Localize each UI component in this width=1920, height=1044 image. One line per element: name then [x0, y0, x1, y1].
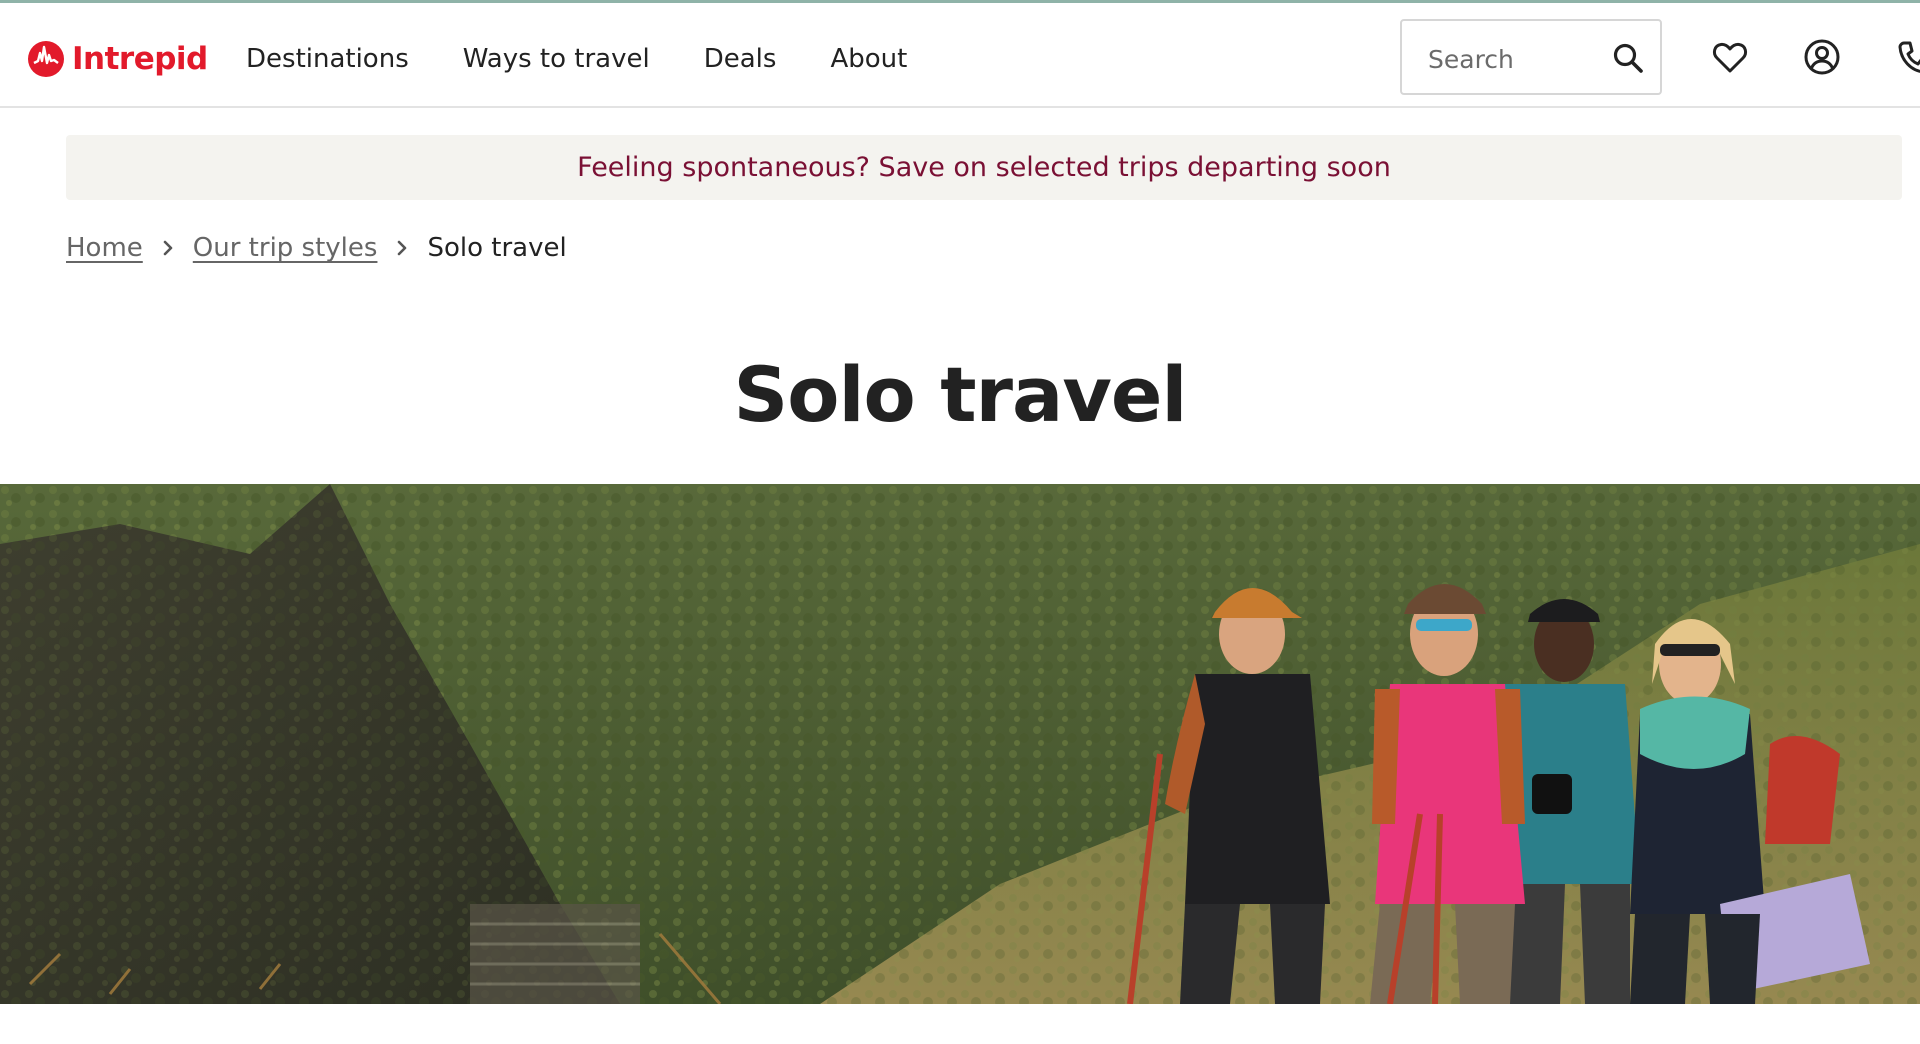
breadcrumb-home[interactable]: Home [66, 233, 143, 263]
search-box [1400, 19, 1662, 95]
promo-text: Feeling spontaneous? Save on selected tr… [577, 152, 1391, 183]
nav-destinations[interactable]: Destinations [246, 44, 409, 74]
heart-icon[interactable] [1710, 37, 1750, 77]
phone-icon[interactable] [1894, 37, 1920, 77]
hero-image [0, 484, 1920, 1004]
breadcrumb: Home Our trip styles Solo travel [66, 230, 567, 266]
chevron-right-icon [398, 240, 407, 256]
page-title: Solo travel [733, 350, 1188, 439]
hero-photo-illustration [0, 484, 1920, 1004]
main-nav: Destinations Ways to travel Deals About [246, 39, 907, 79]
search-icon[interactable] [1610, 40, 1646, 76]
intrepid-logo-icon [28, 41, 64, 77]
chevron-right-icon [163, 240, 173, 256]
nav-about[interactable]: About [830, 44, 907, 74]
nav-deals[interactable]: Deals [704, 44, 777, 74]
site-header: Intrepid Destinations Ways to travel Dea… [0, 0, 1920, 108]
account-icon[interactable] [1802, 37, 1842, 77]
intrepid-logo[interactable]: Intrepid [26, 36, 208, 82]
nav-ways-to-travel[interactable]: Ways to travel [463, 44, 650, 74]
breadcrumb-current: Solo travel [427, 233, 567, 263]
promo-banner[interactable]: Feeling spontaneous? Save on selected tr… [66, 135, 1902, 200]
search-input[interactable] [1428, 41, 1598, 77]
breadcrumb-trip-styles[interactable]: Our trip styles [193, 233, 378, 263]
logo-wordmark: Intrepid [72, 41, 208, 77]
